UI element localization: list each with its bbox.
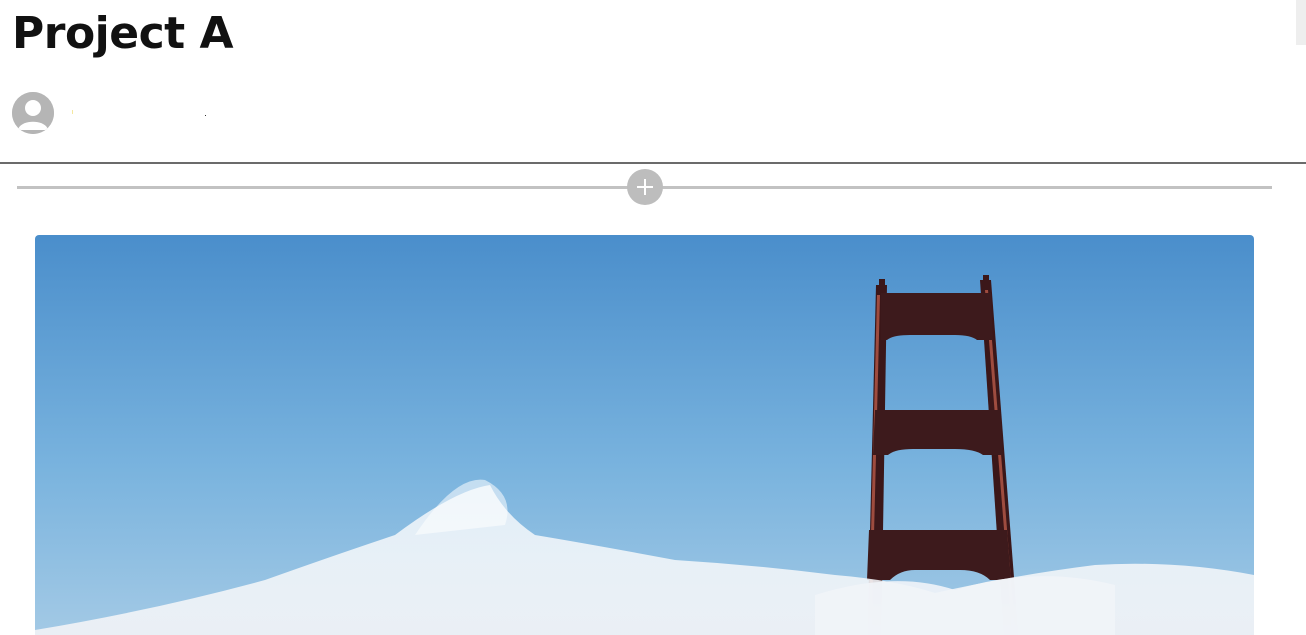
plus-icon bbox=[644, 179, 646, 195]
author-meta-dot bbox=[205, 115, 206, 116]
user-avatar-icon bbox=[12, 92, 54, 134]
page-title: Project A bbox=[12, 8, 234, 59]
scrollbar[interactable] bbox=[1296, 0, 1306, 45]
author-avatar[interactable] bbox=[12, 92, 54, 134]
bridge-photo bbox=[35, 235, 1254, 635]
author-name-marker bbox=[72, 110, 73, 114]
header-divider bbox=[0, 162, 1306, 164]
insert-block-button[interactable] bbox=[627, 169, 663, 205]
hero-image[interactable] bbox=[35, 235, 1254, 635]
